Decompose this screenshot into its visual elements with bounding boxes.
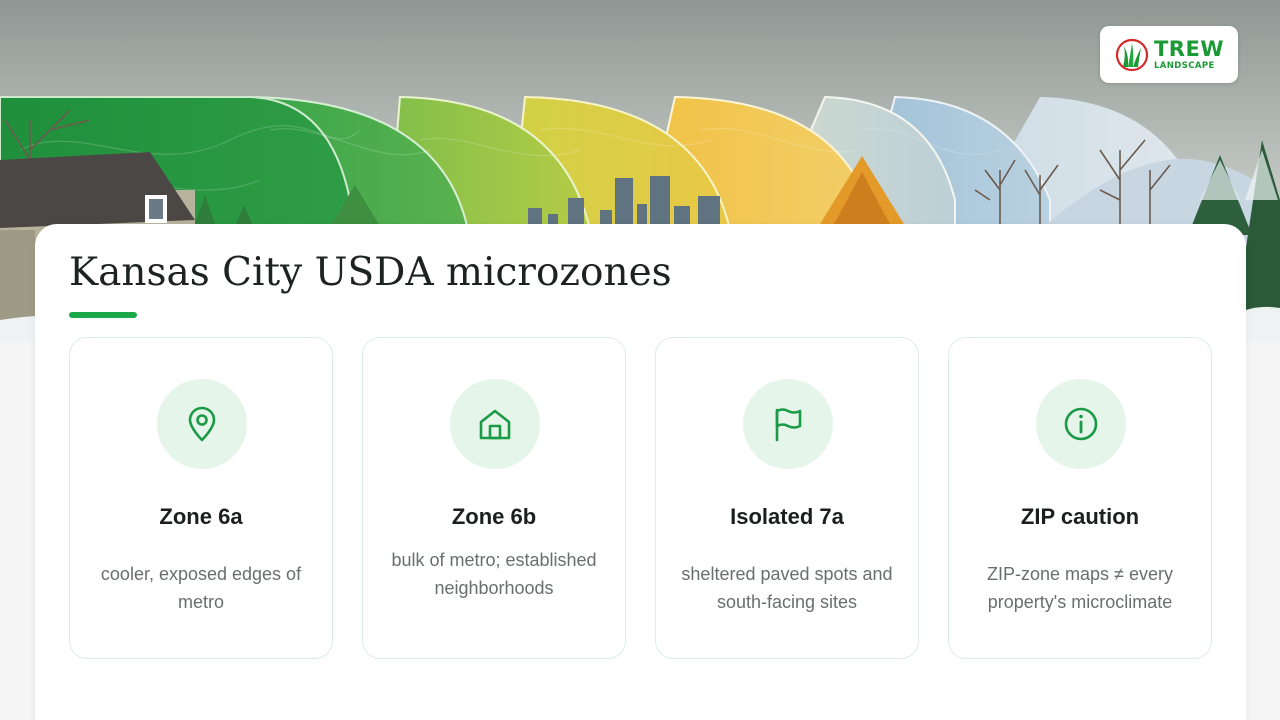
brand-name: TREW [1153,36,1224,61]
brand-wordmark: TREW LANDSCAPE [1153,36,1224,71]
zone-name: Isolated 7a [730,504,844,529]
brand-tagline: LANDSCAPE [1153,60,1215,71]
map-pin-icon [188,406,216,442]
brand-logo[interactable]: TREW LANDSCAPE [1100,26,1238,83]
zone-description: ZIP-zone maps ≠ every property's microcl… [987,564,1173,612]
grass-logo-icon [1115,38,1149,71]
zone-icon-badge [743,379,833,469]
zone-card-zip-caution: ZIP caution ZIP-zone maps ≠ every proper… [948,337,1212,659]
zone-description: bulk of metro; established neighborhoods [391,550,597,598]
zone-description: cooler, exposed edges of metro [100,564,302,612]
flag-icon [775,408,802,442]
house-icon [479,409,511,440]
zone-card-7a: Isolated 7a sheltered paved spots and so… [655,337,919,659]
zone-icon-badge [1036,379,1126,469]
page-title: Kansas City USDA microzones [69,250,672,295]
zone-card-6a: Zone 6a cooler, exposed edges of metro [69,337,333,659]
zone-name: Zone 6b [451,504,537,529]
zone-card-6b: Zone 6b bulk of metro; established neigh… [362,337,626,659]
title-underline [69,312,137,318]
zone-icon-badge [157,379,247,469]
zone-name: ZIP caution [1020,504,1140,529]
zone-description: sheltered paved spots and south-facing s… [681,564,893,612]
info-icon [1064,407,1098,441]
zone-name: Zone 6a [159,504,243,529]
zone-icon-badge [450,379,540,469]
